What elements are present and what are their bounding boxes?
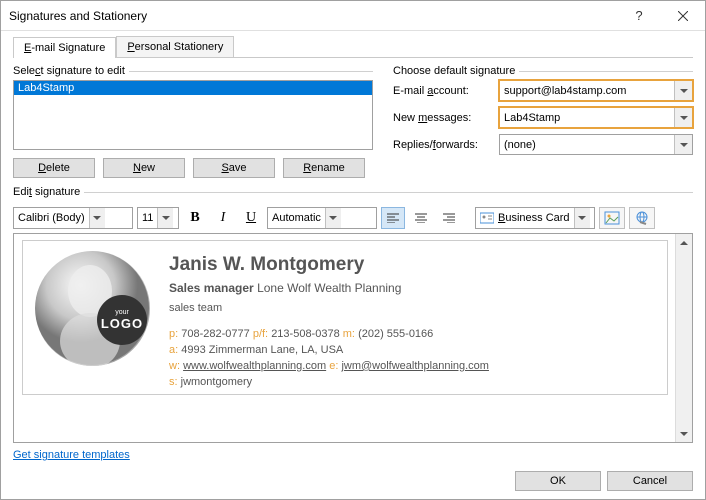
chevron-down-icon bbox=[89, 208, 105, 228]
align-left-button[interactable] bbox=[381, 207, 405, 229]
scroll-up-icon[interactable] bbox=[676, 234, 692, 251]
help-button[interactable]: ? bbox=[617, 1, 661, 31]
scroll-down-icon[interactable] bbox=[676, 425, 692, 442]
font-size-dropdown[interactable]: 11 bbox=[137, 207, 179, 229]
signature-team: sales team bbox=[169, 301, 489, 317]
bold-button[interactable]: B bbox=[183, 207, 207, 229]
delete-button[interactable]: Delete bbox=[13, 158, 95, 178]
get-templates-link[interactable]: Get signature templates bbox=[13, 449, 693, 461]
close-icon bbox=[678, 11, 688, 21]
default-signature-group: Choose default signature E-mail account:… bbox=[393, 65, 693, 178]
ok-button[interactable]: OK bbox=[515, 471, 601, 491]
chevron-down-icon bbox=[674, 135, 692, 154]
signature-content: your LOGO Janis W. Montgomery Sales mana… bbox=[22, 240, 668, 395]
chevron-down-icon bbox=[157, 208, 173, 228]
new-button[interactable]: New bbox=[103, 158, 185, 178]
replies-value: (none) bbox=[504, 139, 536, 151]
new-messages-value: Lab4Stamp bbox=[504, 112, 560, 124]
titlebar: Signatures and Stationery ? bbox=[1, 1, 705, 31]
align-right-button[interactable] bbox=[437, 207, 461, 229]
chevron-down-icon bbox=[674, 81, 692, 100]
email-account-label: E-mail account: bbox=[393, 85, 493, 97]
chevron-down-icon bbox=[574, 208, 590, 228]
chevron-down-icon bbox=[325, 208, 341, 228]
signature-address: a: 4993 Zimmerman Lane, LA, USA bbox=[169, 343, 489, 359]
font-family-dropdown[interactable]: Calibri (Body) bbox=[13, 207, 133, 229]
cancel-button[interactable]: Cancel bbox=[607, 471, 693, 491]
chevron-down-icon bbox=[674, 108, 692, 127]
signature-name: Janis W. Montgomery bbox=[169, 251, 489, 279]
editor-toolbar: Calibri (Body) 11 B I U Automatic bbox=[13, 207, 693, 229]
italic-button[interactable]: I bbox=[211, 207, 235, 229]
tab-email-signature[interactable]: E-mail Signature bbox=[13, 37, 116, 58]
new-messages-label: New messages: bbox=[393, 112, 493, 124]
signature-skype: s: jwmontgomery bbox=[169, 375, 489, 391]
signature-phones: p: 708-282-0777 p/f: 213-508-0378 m: (20… bbox=[169, 327, 489, 343]
signature-role: Sales manager Lone Wolf Wealth Planning bbox=[169, 280, 489, 297]
business-card-button[interactable]: Business Card bbox=[475, 207, 595, 229]
save-button[interactable]: Save bbox=[193, 158, 275, 178]
business-card-icon bbox=[480, 212, 494, 224]
signatures-dialog: Signatures and Stationery ? E-mail Signa… bbox=[0, 0, 706, 500]
signature-buttons: Delete New Save Rename bbox=[13, 158, 373, 178]
tab-panel: Select signature to edit Lab4Stamp Delet… bbox=[13, 57, 693, 491]
replies-dropdown[interactable]: (none) bbox=[499, 134, 693, 155]
edit-signature-label: Edit signature bbox=[13, 186, 80, 198]
align-left-icon bbox=[387, 213, 399, 223]
rename-button[interactable]: Rename bbox=[283, 158, 365, 178]
dialog-body: E-mail Signature Personal Stationery Sel… bbox=[1, 31, 705, 499]
logo-badge: your LOGO bbox=[97, 295, 147, 345]
default-signature-label: Choose default signature bbox=[393, 65, 515, 77]
font-color-dropdown[interactable]: Automatic bbox=[267, 207, 377, 229]
hyperlink-icon bbox=[634, 211, 650, 225]
signature-text: Janis W. Montgomery Sales manager Lone W… bbox=[169, 251, 489, 384]
email-account-dropdown[interactable]: support@lab4stamp.com bbox=[499, 80, 693, 101]
align-center-button[interactable] bbox=[409, 207, 433, 229]
signature-list-item[interactable]: Lab4Stamp bbox=[14, 81, 372, 95]
signature-listbox[interactable]: Lab4Stamp bbox=[13, 80, 373, 150]
select-signature-group: Select signature to edit Lab4Stamp Delet… bbox=[13, 65, 373, 178]
align-center-icon bbox=[415, 213, 427, 223]
close-button[interactable] bbox=[661, 1, 705, 31]
tab-border bbox=[234, 57, 693, 58]
editor-scrollbar[interactable] bbox=[675, 234, 692, 442]
insert-hyperlink-button[interactable] bbox=[629, 207, 655, 229]
signature-web: w: www.wolfwealthplanning.com e: jwm@wol… bbox=[169, 359, 489, 375]
select-signature-label: Select signature to edit bbox=[13, 65, 125, 77]
picture-icon bbox=[604, 211, 620, 225]
underline-button[interactable]: U bbox=[239, 207, 263, 229]
window-title: Signatures and Stationery bbox=[9, 9, 617, 23]
top-row: Select signature to edit Lab4Stamp Delet… bbox=[13, 65, 693, 178]
align-right-icon bbox=[443, 213, 455, 223]
email-account-value: support@lab4stamp.com bbox=[504, 85, 626, 97]
insert-picture-button[interactable] bbox=[599, 207, 625, 229]
tab-personal-stationery[interactable]: Personal Stationery bbox=[116, 36, 234, 58]
signature-editor[interactable]: your LOGO Janis W. Montgomery Sales mana… bbox=[13, 233, 693, 443]
replies-label: Replies/forwards: bbox=[393, 139, 493, 151]
dialog-footer: OK Cancel bbox=[13, 461, 693, 491]
new-messages-dropdown[interactable]: Lab4Stamp bbox=[499, 107, 693, 128]
